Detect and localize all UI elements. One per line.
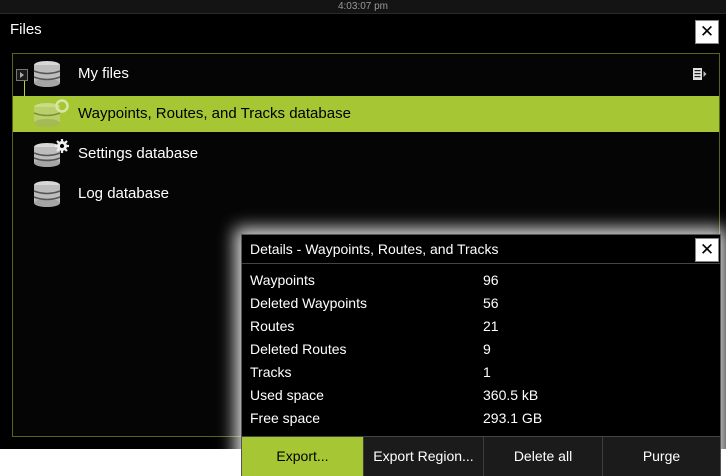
tree-item-log-database[interactable]: Log database bbox=[13, 176, 719, 212]
stat-value: 1 bbox=[483, 364, 491, 380]
stat-label: Used space bbox=[250, 387, 324, 403]
purge-button[interactable]: Purge bbox=[603, 437, 720, 476]
stat-value: 21 bbox=[483, 318, 499, 334]
tree-item-label: Waypoints, Routes, and Tracks database bbox=[78, 105, 351, 122]
stat-row-routes: Routes 21 bbox=[250, 317, 710, 337]
status-bar: 4:03:07 pm bbox=[0, 0, 726, 14]
tree-item-settings-database[interactable]: Settings database bbox=[13, 136, 719, 172]
waypoint-database-icon bbox=[33, 99, 69, 127]
stat-row-used-space: Used space 360.5 kB bbox=[250, 386, 710, 406]
stat-value: 9 bbox=[483, 341, 491, 357]
close-button[interactable]: ✕ bbox=[695, 20, 719, 44]
tree-item-my-files[interactable]: My files bbox=[13, 56, 719, 92]
status-time: 4:03:07 pm bbox=[337, 1, 389, 12]
list-menu-icon[interactable] bbox=[693, 68, 707, 80]
close-icon: ✕ bbox=[699, 22, 715, 41]
stat-label: Deleted Routes bbox=[250, 341, 347, 357]
tree-item-label: Log database bbox=[78, 185, 169, 202]
settings-database-icon bbox=[33, 139, 69, 167]
expand-arrow-icon[interactable] bbox=[16, 69, 28, 81]
details-header: Details - Waypoints, Routes, and Tracks … bbox=[242, 235, 720, 264]
stat-value: 96 bbox=[483, 272, 499, 288]
tree-item-label: Settings database bbox=[78, 145, 199, 162]
details-dialog: Details - Waypoints, Routes, and Tracks … bbox=[241, 234, 721, 476]
tree-item-label: My files bbox=[78, 65, 129, 82]
details-title: Details - Waypoints, Routes, and Tracks bbox=[250, 241, 499, 257]
export-button[interactable]: Export... bbox=[242, 437, 364, 476]
stat-row-tracks: Tracks 1 bbox=[250, 363, 710, 383]
tree-item-waypoints-database[interactable]: Waypoints, Routes, and Tracks database bbox=[13, 96, 719, 132]
stat-row-deleted-routes: Deleted Routes 9 bbox=[250, 340, 710, 360]
stat-row-free-space: Free space 293.1 GB bbox=[250, 409, 710, 429]
database-icon bbox=[33, 61, 61, 87]
stat-label: Routes bbox=[250, 318, 295, 334]
stat-label: Tracks bbox=[250, 364, 292, 380]
stat-label: Deleted Waypoints bbox=[250, 295, 367, 311]
stat-row-waypoints: Waypoints 96 bbox=[250, 271, 710, 291]
stat-value: 56 bbox=[483, 295, 499, 311]
details-button-bar: Export... Export Region... Delete all Pu… bbox=[242, 436, 720, 476]
stat-row-deleted-waypoints: Deleted Waypoints 56 bbox=[250, 294, 710, 314]
delete-all-button[interactable]: Delete all bbox=[484, 437, 603, 476]
title-bar: Files ✕ bbox=[0, 14, 726, 47]
export-region-button[interactable]: Export Region... bbox=[364, 437, 484, 476]
stat-label: Waypoints bbox=[250, 272, 315, 288]
close-icon: ✕ bbox=[699, 240, 715, 259]
stat-value: 293.1 GB bbox=[483, 410, 543, 426]
details-close-button[interactable]: ✕ bbox=[695, 238, 719, 262]
database-icon bbox=[33, 181, 61, 207]
window-title: Files bbox=[10, 21, 42, 38]
stat-label: Free space bbox=[250, 410, 321, 426]
stat-value: 360.5 kB bbox=[483, 387, 539, 403]
